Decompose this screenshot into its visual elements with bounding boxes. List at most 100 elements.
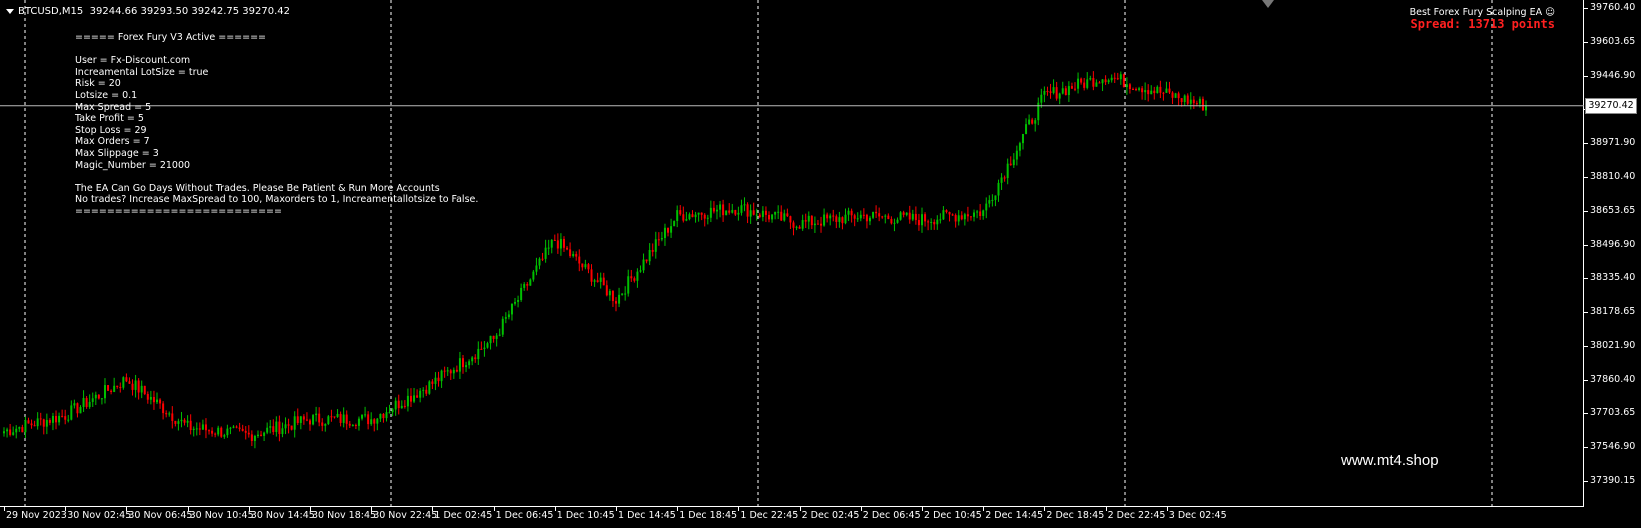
- candle-body: [3, 431, 5, 434]
- time-axis-tick: [554, 507, 556, 511]
- candle-body: [771, 214, 774, 220]
- candle-body: [425, 389, 428, 394]
- candle-body: [452, 369, 455, 374]
- candle-body: [587, 264, 590, 270]
- candle-body: [315, 413, 318, 416]
- candle-body: [584, 264, 587, 268]
- price-axis-tick: [1584, 312, 1588, 314]
- candle-body: [477, 348, 480, 360]
- candle-body: [1165, 88, 1168, 93]
- candle-body: [939, 219, 942, 221]
- candle-body: [697, 212, 700, 215]
- candle-body: [660, 238, 663, 240]
- ea-info-line: Risk = 20: [75, 78, 121, 90]
- price-axis-label: 38496.90: [1590, 238, 1636, 250]
- candle-body: [1113, 77, 1116, 79]
- time-axis-tick: [493, 507, 495, 511]
- candle-body: [462, 358, 464, 368]
- time-axis-tick: [432, 507, 434, 511]
- candle-body: [250, 434, 253, 441]
- time-axis-label: 3 Dec 02:45: [1168, 510, 1227, 521]
- candle-body: [1049, 91, 1052, 93]
- candle-body: [483, 347, 486, 349]
- dropdown-triangle-icon[interactable]: [6, 8, 14, 14]
- price-axis-label: 38810.40: [1590, 170, 1636, 182]
- candle-body: [223, 435, 226, 437]
- candle-body: [896, 219, 899, 223]
- candle-body: [523, 284, 526, 288]
- candle-body: [850, 210, 853, 216]
- candle-body: [982, 210, 985, 217]
- candle-body: [691, 214, 694, 218]
- candle-body: [287, 424, 290, 426]
- candle-body: [162, 403, 165, 414]
- time-axis-label: 30 Nov 10:45: [189, 510, 254, 521]
- candle-body: [281, 428, 284, 435]
- candle-body: [859, 214, 862, 219]
- time-axis-label: 30 Nov 14:45: [250, 510, 315, 521]
- candle-body: [70, 405, 73, 420]
- candle-body: [232, 426, 235, 428]
- candle-body: [82, 398, 85, 407]
- candle-body: [1141, 88, 1144, 93]
- candle-body: [171, 413, 174, 421]
- candle-body: [489, 335, 492, 344]
- candle-body: [823, 214, 826, 226]
- candle-body: [140, 385, 143, 393]
- candle-body: [458, 358, 461, 372]
- candle-body: [979, 211, 982, 217]
- candle-body: [354, 425, 357, 427]
- price-axis-tick: [1584, 379, 1588, 381]
- candle-body: [165, 413, 168, 415]
- time-axis-tick: [616, 507, 617, 511]
- candle-body: [180, 419, 183, 422]
- time-axis-label: 29 Nov 2023: [6, 510, 67, 521]
- candle-body: [1110, 77, 1113, 81]
- candle-body: [1006, 163, 1009, 179]
- time-axis-label: 1 Dec 14:45: [618, 510, 676, 521]
- time-axis-tick: [4, 507, 5, 511]
- candle-body: [878, 213, 881, 217]
- candle-body: [538, 258, 541, 266]
- ea-info-line: [75, 171, 478, 183]
- candle-body: [810, 215, 813, 226]
- ea-info-line: Magic_Number = 21000: [75, 159, 191, 171]
- price-axis-tick: [1584, 210, 1588, 212]
- candle-body: [633, 278, 636, 281]
- time-axis-label: 30 Nov 06:45: [128, 510, 193, 521]
- candle-body: [220, 427, 223, 437]
- candle-body: [51, 415, 54, 423]
- candle-body: [994, 195, 997, 200]
- candle-body: [394, 400, 397, 410]
- candle-body: [253, 435, 256, 441]
- candle-body: [804, 220, 807, 222]
- candle-body: [884, 215, 887, 217]
- candle-body: [1168, 88, 1171, 93]
- candle-body: [416, 395, 419, 398]
- candle-body: [119, 387, 122, 389]
- candle-body: [924, 214, 927, 222]
- candle-body: [942, 210, 945, 220]
- candle-body: [514, 301, 517, 304]
- candle-body: [1131, 89, 1134, 91]
- ea-info-line: User = Fx-Discount.com: [75, 55, 191, 67]
- candle-body: [921, 214, 923, 226]
- candle-body: [835, 216, 838, 222]
- candle-body: [715, 209, 718, 212]
- time-axis-tick: [126, 507, 128, 511]
- candle-body: [535, 265, 538, 272]
- candle-body: [654, 239, 657, 252]
- candle-body: [330, 416, 333, 418]
- candle-body: [397, 400, 400, 409]
- candle-body: [985, 203, 988, 211]
- candle-body: [648, 249, 651, 262]
- candle-body: [299, 416, 302, 423]
- candle-body: [908, 212, 911, 220]
- candle-body: [1061, 88, 1064, 94]
- chart-shift-marker[interactable]: [1262, 0, 1274, 8]
- price-axis-label: 39446.90: [1590, 69, 1636, 81]
- candle-body: [875, 211, 878, 214]
- candle-body: [85, 398, 88, 407]
- candle-body: [774, 211, 777, 215]
- time-axis-label: 2 Dec 06:45: [862, 510, 921, 521]
